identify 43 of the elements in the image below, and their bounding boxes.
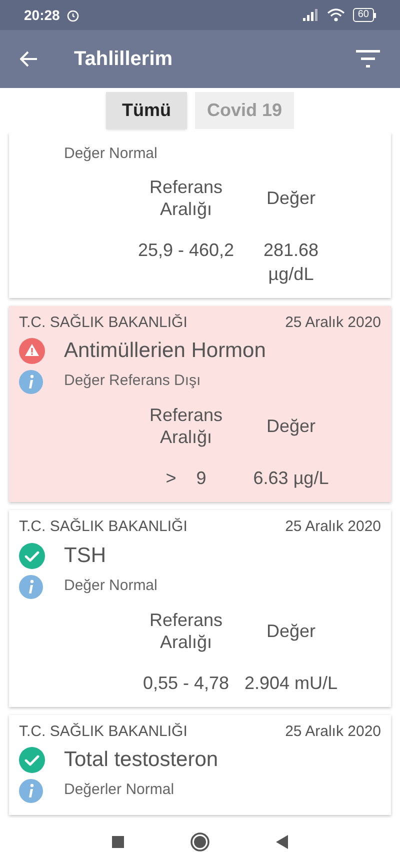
result-card[interactable]: T.C. SAĞLIK BAKANLIĞI 25 Aralık 2020 Total testosteron Değerler Normal (9, 714, 391, 815)
screen-title: Tahlillerim (74, 47, 173, 72)
result-value: 281.68 µg/dL (262, 238, 320, 286)
column-header: Referans Aralığı (148, 404, 224, 448)
result-value: 6.63 µg/L (252, 467, 330, 490)
info-icon[interactable] (19, 779, 43, 803)
result-status: Değer Referans Dışı (64, 371, 202, 391)
signal-icon (302, 9, 319, 21)
reference-range: 0,55 - 4,78 (142, 672, 230, 694)
test-name: Total testosteron (64, 747, 218, 773)
info-icon[interactable] (19, 574, 43, 598)
column-header: Referans Aralığı (148, 176, 224, 220)
back-icon[interactable] (276, 835, 288, 849)
reference-range: > 9 (164, 467, 208, 490)
result-card[interactable]: T.C. SAĞLIK BAKANLIĞI 25 Aralık 2020 TSH Değer Normal Referans Aralığı Değer 0,55 - 4,78 2.904 mU/L (9, 510, 391, 706)
filter-icon[interactable] (356, 50, 380, 68)
result-status: Değer Normal (64, 576, 158, 596)
info-icon[interactable] (19, 370, 43, 394)
back-arrow-icon[interactable] (20, 51, 38, 67)
column-header: Değer (265, 186, 317, 208)
home-icon[interactable] (190, 832, 210, 852)
column-header: Değer (265, 620, 317, 642)
test-name: Antimüllerien Hormon (64, 338, 266, 364)
test-name: TSH (64, 542, 107, 568)
column-header: Referans Aralığı (148, 608, 224, 652)
battery-icon: 60 (352, 8, 376, 22)
alarm-icon (66, 8, 80, 22)
result-card[interactable]: Değer Normal Referans Aralığı Değer 25,9 - 460,2 281.68 µg/dL (9, 133, 391, 298)
lab-source: T.C. SAĞLIK BAKANLIĞI (19, 722, 188, 742)
column-header: Değer (265, 415, 317, 437)
wifi-icon (326, 8, 345, 22)
lab-source: T.C. SAĞLIK BAKANLIĞI (19, 312, 188, 332)
result-card[interactable]: T.C. SAĞLIK BAKANLIĞI 25 Aralık 2020 Antimüllerien Hormon Değer Referans Dışı Referans Aralığı Değer > 9 6.63 µg/L (9, 306, 391, 502)
result-date: 25 Aralık 2020 (285, 517, 381, 537)
result-status: Değer Normal (64, 144, 158, 164)
reference-range: 25,9 - 460,2 (137, 238, 235, 262)
lab-source: T.C. SAĞLIK BAKANLIĞI (19, 517, 188, 537)
result-status: Değerler Normal (64, 780, 176, 800)
clock-time: 20:28 (24, 6, 60, 24)
result-date: 25 Aralık 2020 (285, 722, 381, 742)
result-date: 25 Aralık 2020 (285, 312, 381, 332)
filter-tab[interactable]: Tümü (106, 92, 187, 129)
result-value: 2.904 mU/L (243, 672, 339, 694)
